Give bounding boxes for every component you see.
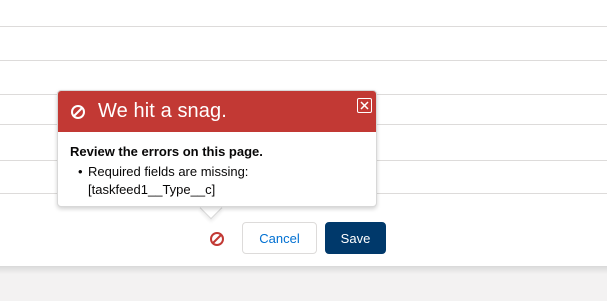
error-popover-body: Review the errors on this page. • Requir… xyxy=(70,144,366,199)
close-icon[interactable] xyxy=(357,98,372,113)
error-heading: Review the errors on this page. xyxy=(70,144,263,159)
missing-field-name: [taskfeed1__Type__c] xyxy=(88,182,216,197)
bullet: • xyxy=(78,164,83,179)
form-divider xyxy=(0,60,607,61)
ban-icon[interactable] xyxy=(209,231,225,247)
save-button[interactable]: Save xyxy=(325,222,386,254)
error-popover-title: We hit a snag. xyxy=(98,100,227,122)
error-popover: We hit a snag. Review the errors on this… xyxy=(57,90,377,207)
list-item: • Required fields are missing: [taskfeed… xyxy=(78,163,366,199)
footer-shadow xyxy=(0,266,607,274)
form-divider xyxy=(0,26,607,27)
error-list: • Required fields are missing: [taskfeed… xyxy=(70,163,366,199)
error-popover-header: We hit a snag. xyxy=(58,91,376,132)
ban-icon xyxy=(70,104,86,120)
cancel-button[interactable]: Cancel xyxy=(242,222,317,254)
error-text: Required fields are missing: [taskfeed1_… xyxy=(88,163,248,199)
error-message: Required fields are missing: xyxy=(88,164,249,179)
